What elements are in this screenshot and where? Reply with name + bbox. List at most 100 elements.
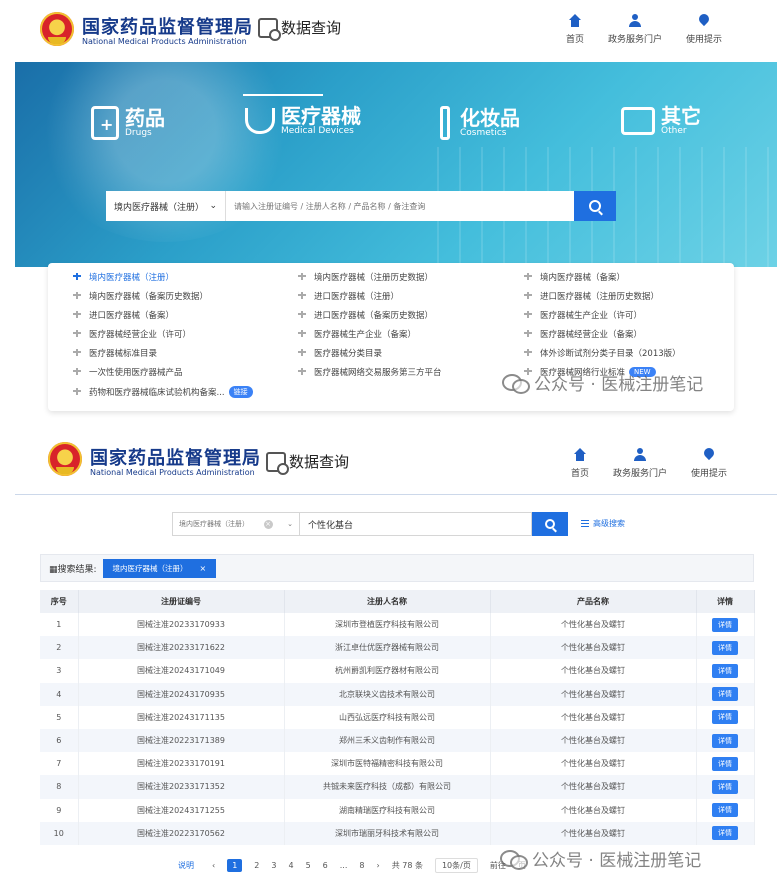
data-query-icon: [258, 17, 281, 41]
category-other-cn: 其它: [661, 104, 701, 128]
cell-registrant: 深圳市瑞丽牙科技术有限公司: [284, 821, 491, 845]
table-row: 2 国械注准20233171622 浙江卓仕优医疗器械有限公司 个性化基台及螺钉…: [40, 636, 755, 660]
nav-home[interactable]: 首页: [566, 14, 584, 45]
detail-button[interactable]: 详情: [712, 779, 738, 794]
cell-detail: 详情: [696, 636, 755, 660]
dropdown-item[interactable]: 医疗器械经营企业（许可）: [73, 328, 191, 340]
category-drugs[interactable]: 药品Drugs: [91, 106, 165, 140]
data-query-link[interactable]: 数据查询: [258, 17, 342, 41]
next-page-button[interactable]: ›: [377, 861, 380, 870]
cell-product: 个性化基台及螺钉: [490, 705, 697, 729]
category-banner: 药品Drugs 医疗器械Medical Devices 化妆品Cosmetics…: [15, 62, 777, 267]
top-search-bar: 境内医疗器械（注册） ⌄: [106, 191, 616, 221]
search-icon: [545, 519, 555, 529]
nav-gov-portal[interactable]: 政务服务门户: [608, 14, 662, 45]
dropdown-item-label: 进口医疗器械（备案历史数据）: [314, 311, 434, 321]
result-filter-tag[interactable]: 境内医疗器械（注册） ×: [102, 558, 217, 578]
dropdown-item[interactable]: 进口医疗器械（备案历史数据）: [298, 309, 433, 321]
result-filter-tag-label: 境内医疗器械（注册）: [112, 563, 188, 573]
page-ellipsis[interactable]: ...: [340, 861, 348, 870]
dropdown-item[interactable]: 医疗器械经营企业（备案）: [524, 328, 642, 340]
top-category-select[interactable]: 境内医疗器械（注册） ⌄: [106, 191, 226, 221]
nav-tips[interactable]: 使用提示: [686, 14, 722, 45]
page-button[interactable]: 2: [254, 861, 259, 870]
detail-button[interactable]: 详情: [712, 733, 738, 748]
page-button[interactable]: 8: [359, 861, 364, 870]
dropdown-item[interactable]: 进口医疗器械（注册）: [298, 290, 399, 302]
detail-button[interactable]: 详情: [712, 617, 738, 632]
pagination-label[interactable]: 说明: [178, 860, 194, 871]
dropdown-item[interactable]: 境内医疗器械（注册历史数据）: [298, 271, 433, 283]
page-button[interactable]: 3: [271, 861, 276, 870]
data-query-link[interactable]: 数据查询: [266, 451, 349, 475]
dropdown-item-label: 进口医疗器械（备案）: [89, 311, 175, 321]
detail-button[interactable]: 详情: [712, 640, 738, 655]
dropdown-item[interactable]: 一次性使用医疗器械产品: [73, 366, 183, 378]
clear-icon[interactable]: ×: [263, 519, 273, 529]
brand-title-cn[interactable]: 国家药品监督管理局: [90, 444, 261, 470]
bottom-category-select[interactable]: 境内医疗器械（注册） × ⌄: [172, 512, 300, 536]
dropdown-item[interactable]: 境内医疗器械（备案）: [524, 271, 625, 283]
top-search-input[interactable]: [226, 191, 574, 221]
watermark-text: 公众号 · 医械注册笔记: [532, 851, 702, 871]
nav-gov-portal[interactable]: 政务服务门户: [613, 448, 667, 479]
brand-title-cn[interactable]: 国家药品监督管理局: [82, 13, 253, 39]
dropdown-item[interactable]: 医疗器械分类目录: [298, 347, 382, 359]
dropdown-item[interactable]: 医疗器械标准目录: [73, 347, 157, 359]
top-search-button[interactable]: [574, 191, 616, 221]
advanced-search-link[interactable]: 高级搜索: [581, 518, 625, 529]
bottom-search-button[interactable]: [532, 512, 568, 536]
detail-button[interactable]: 详情: [712, 803, 738, 818]
nav-gov-portal-label: 政务服务门户: [613, 469, 668, 479]
detail-button[interactable]: 详情: [712, 756, 738, 771]
cell-product: 个性化基台及螺钉: [490, 728, 697, 753]
table-row: 6 国械注准20223171389 郑州三禾义齿制作有限公司 个性化基台及螺钉 …: [40, 728, 755, 753]
building-icon: [621, 107, 655, 136]
pin-icon: [73, 292, 81, 300]
cell-reg-no: 国械注准20243171135: [78, 705, 285, 729]
cell-reg-no: 国械注准20233170191: [78, 752, 285, 776]
page-button[interactable]: 1: [227, 859, 243, 872]
close-icon[interactable]: ×: [200, 564, 207, 573]
bottom-search-input[interactable]: [300, 512, 532, 536]
dropdown-item[interactable]: 境内医疗器械（备案历史数据）: [73, 290, 208, 302]
category-cosmetics[interactable]: 化妆品 Cosmetics: [440, 106, 520, 140]
watermark-bottom: 公众号 · 医械注册笔记: [500, 846, 701, 871]
dropdown-item[interactable]: 药物和医疗器械临床试验机构备案... 链接: [73, 386, 253, 398]
pin-icon: [73, 311, 81, 319]
page-button[interactable]: 5: [306, 861, 311, 870]
cell-reg-no: 国械注准20243171049: [78, 659, 285, 683]
detail-button[interactable]: 详情: [712, 826, 738, 841]
nav-home[interactable]: 首页: [571, 448, 589, 479]
page-button[interactable]: 6: [323, 861, 328, 870]
cell-product: 个性化基台及螺钉: [490, 636, 697, 660]
chevron-down-icon: ⌄: [287, 520, 293, 528]
detail-button[interactable]: 详情: [712, 710, 738, 725]
data-query-label: 数据查询: [281, 19, 342, 37]
dropdown-item[interactable]: 进口医疗器械（备案）: [73, 309, 174, 321]
cell-product: 个性化基台及螺钉: [490, 613, 697, 637]
category-medical-devices[interactable]: 医疗器械 Medical Devices: [245, 106, 361, 136]
cell-product: 个性化基台及螺钉: [490, 752, 697, 776]
cell-registrant: 山西弘远医疗科技有限公司: [284, 705, 491, 729]
pin-icon: [524, 330, 532, 338]
category-drugs-cn: 药品: [125, 105, 165, 130]
category-other[interactable]: 其它 Other: [621, 106, 701, 136]
nav-tips[interactable]: 使用提示: [691, 448, 727, 479]
cell-product: 个性化基台及螺钉: [490, 798, 697, 822]
dropdown-item-label: 境内医疗器械（注册历史数据）: [314, 273, 434, 283]
dropdown-item[interactable]: 医疗器械生产企业（备案）: [298, 328, 416, 340]
page-button[interactable]: 4: [288, 861, 293, 870]
page-size-select[interactable]: 10条/页: [434, 858, 478, 873]
dropdown-item[interactable]: 医疗器械网络交易服务第三方平台: [298, 366, 442, 378]
prev-page-button[interactable]: ‹: [212, 861, 215, 870]
table-header-row: 序号 注册证编号 注册人名称 产品名称 详情: [40, 590, 755, 613]
cell-registrant: 深圳市登植医疗科技有限公司: [284, 613, 491, 637]
dropdown-item[interactable]: 体外诊断试剂分类子目录（2013版）: [524, 347, 681, 359]
column-header-registrant: 注册人名称: [284, 590, 491, 613]
detail-button[interactable]: 详情: [712, 687, 738, 702]
dropdown-item[interactable]: 医疗器械生产企业（许可）: [524, 309, 642, 321]
detail-button[interactable]: 详情: [712, 663, 738, 678]
dropdown-item[interactable]: 境内医疗器械（注册）: [73, 271, 174, 283]
dropdown-item[interactable]: 进口医疗器械（注册历史数据）: [524, 290, 659, 302]
